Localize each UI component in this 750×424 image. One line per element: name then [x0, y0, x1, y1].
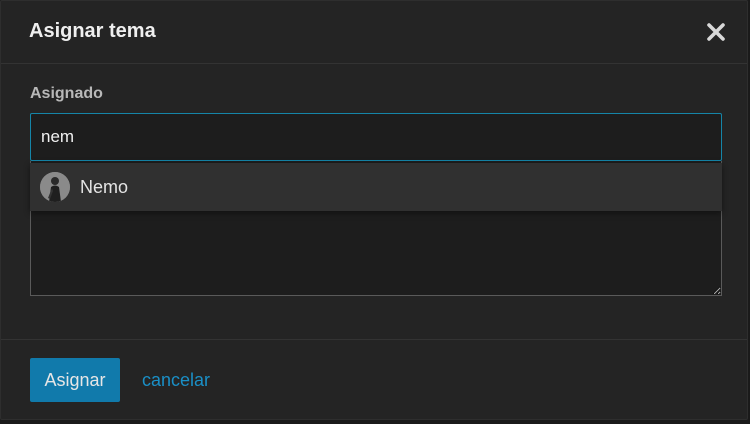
dialog-footer — [1, 339, 747, 340]
close-icon[interactable] — [703, 19, 729, 45]
avatar — [40, 172, 70, 202]
assignee-label: Asignado — [30, 85, 103, 102]
assignee-input[interactable] — [30, 113, 722, 161]
suggestion-label: Nemo — [80, 177, 129, 197]
assign-button[interactable]: Asignar — [30, 358, 120, 402]
suggestion-item-nemo[interactable]: Nemo — [30, 163, 722, 211]
cancel-link[interactable]: cancelar — [142, 370, 210, 391]
suggestion-dropdown: Nemo — [30, 163, 722, 211]
assign-dialog: Asignar tema Asignado Nemo Asignar cance… — [0, 0, 748, 420]
dialog-header: Asignar tema — [1, 1, 747, 64]
dialog-title: Asignar tema — [29, 20, 156, 42]
